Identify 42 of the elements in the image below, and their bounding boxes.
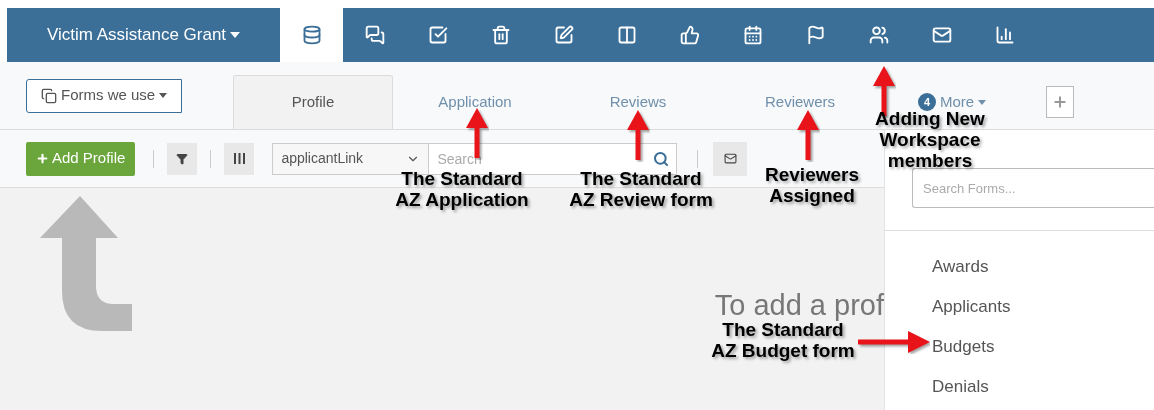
search-icon bbox=[653, 150, 670, 167]
filter-icon bbox=[176, 152, 189, 165]
calendar-icon bbox=[742, 25, 763, 45]
caret-icon bbox=[978, 99, 987, 105]
callout-arrow bbox=[796, 110, 820, 162]
form-list-item[interactable]: Applicants bbox=[932, 287, 1011, 327]
columns-icon bbox=[233, 153, 245, 164]
callout-text: Reviewers Assigned bbox=[765, 164, 859, 206]
chat-icon bbox=[364, 25, 385, 45]
users-icon bbox=[868, 25, 889, 45]
form-list-item[interactable]: Denials bbox=[932, 367, 989, 407]
empty-state-message: To add a prof bbox=[714, 291, 884, 320]
columns-icon bbox=[616, 25, 637, 45]
count-badge: 4 bbox=[918, 93, 936, 111]
forms-menu-button[interactable]: Forms we use bbox=[26, 78, 183, 113]
form-list-item[interactable]: Budgets bbox=[932, 327, 995, 367]
callout-arrow bbox=[626, 110, 650, 162]
trash-icon bbox=[490, 25, 511, 45]
checkbox-icon bbox=[427, 25, 448, 45]
plus-icon bbox=[36, 152, 49, 165]
curved-arrow-icon bbox=[40, 196, 132, 331]
thumbs-up-icon bbox=[679, 25, 700, 45]
search-forms-field[interactable]: Search Forms... bbox=[912, 168, 1154, 208]
caret-icon bbox=[159, 93, 168, 98]
form-list-item[interactable]: Awards bbox=[932, 247, 989, 287]
caret-icon bbox=[230, 32, 241, 38]
add-tab-button[interactable] bbox=[1046, 86, 1075, 118]
workspace-title[interactable]: Victim Assistance Grant bbox=[7, 8, 280, 62]
mail-icon bbox=[723, 152, 737, 165]
bar-chart-icon bbox=[994, 25, 1015, 45]
mail-icon bbox=[931, 25, 952, 45]
tab[interactable]: Profile bbox=[233, 75, 393, 129]
callout-arrow bbox=[858, 330, 930, 354]
edit-icon bbox=[553, 25, 574, 45]
database-icon bbox=[301, 25, 322, 45]
filter-button[interactable] bbox=[167, 142, 198, 175]
more-menu-button[interactable]: 4 More bbox=[918, 92, 987, 112]
email-button[interactable] bbox=[713, 141, 748, 176]
toolbar-button[interactable] bbox=[280, 8, 343, 62]
flag-icon bbox=[805, 25, 826, 45]
copy-icon bbox=[41, 87, 57, 104]
columns-button[interactable] bbox=[224, 142, 255, 175]
